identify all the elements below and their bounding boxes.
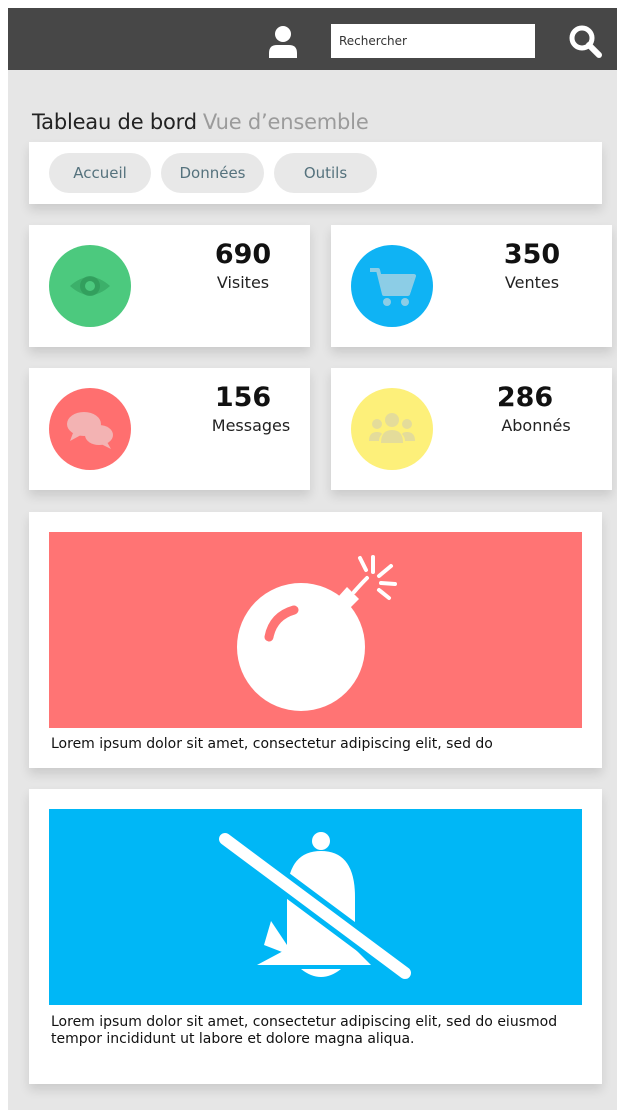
stat-icon-circle [351, 388, 433, 470]
stat-icon-circle [49, 388, 131, 470]
page-title: Tableau de bord [32, 110, 197, 134]
stat-card-visites: 690 Visites [29, 225, 310, 347]
stat-card-messages: 156 Messages [29, 368, 310, 490]
page-heading: Tableau de bord Vue d’ensemble [32, 110, 369, 134]
media-caption: Lorem ipsum dolor sit amet, consectetur … [51, 736, 493, 752]
stat-value: 156 [214, 382, 272, 413]
media-caption: Lorem ipsum dolor sit amet, consectetur … [51, 1014, 558, 1047]
eye-icon [70, 276, 110, 296]
user-icon[interactable] [268, 26, 298, 58]
search-icon[interactable] [569, 25, 603, 59]
media-banner [49, 532, 582, 728]
stat-label: Abonnés [501, 416, 571, 435]
tab-outils[interactable]: Outils [274, 153, 377, 193]
bomb-icon [237, 555, 397, 711]
cart-icon [370, 268, 416, 306]
tab-accueil[interactable]: Accueil [49, 153, 151, 193]
stat-label: Messages [211, 416, 291, 435]
users-group-icon [369, 413, 415, 443]
media-banner [49, 809, 582, 1005]
stat-value: 350 [503, 239, 561, 270]
stat-icon-circle [351, 245, 433, 327]
stat-icon-circle [49, 245, 131, 327]
search-input[interactable] [331, 24, 535, 58]
stat-label: Visites [216, 273, 270, 292]
tabs-card: Accueil Données Outils [29, 142, 602, 204]
media-card-bell: Lorem ipsum dolor sit amet, consectetur … [29, 789, 602, 1084]
media-card-bomb: Lorem ipsum dolor sit amet, consectetur … [29, 512, 602, 768]
stat-card-abonnes: 286 Abonnés [331, 368, 612, 490]
stat-value: 690 [214, 239, 272, 270]
bell-slash-icon [214, 828, 416, 984]
chat-bubbles-icon [67, 412, 113, 449]
stat-card-ventes: 350 Ventes [331, 225, 612, 347]
stat-value: 286 [496, 382, 554, 413]
stat-label: Ventes [504, 273, 560, 292]
page-subtitle: Vue d’ensemble [202, 110, 369, 134]
tab-donnees[interactable]: Données [161, 153, 264, 193]
